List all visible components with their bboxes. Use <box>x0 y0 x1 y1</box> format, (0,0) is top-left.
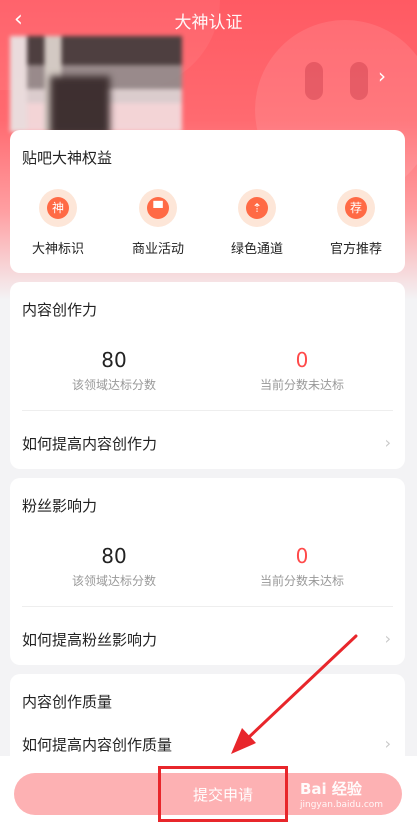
current-caption: 当前分数未达标 <box>259 574 344 588</box>
fan-influence-title: 粉丝影响力 <box>22 497 98 515</box>
current-score: 0 <box>295 348 309 372</box>
avatar[interactable] <box>10 36 182 136</box>
content-power-title: 内容创作力 <box>22 301 98 319</box>
nav-bar: ‹ 大神认证 <box>0 0 417 40</box>
watermark-logo: Bai 经验 <box>300 780 362 798</box>
benefits-title: 贴吧大神权益 <box>22 149 113 167</box>
divider <box>22 410 393 411</box>
improve-content-quality-link[interactable]: 如何提高内容创作质量 <box>22 734 172 755</box>
target-caption: 该领域达标分数 <box>71 574 156 588</box>
page-title: 大神认证 <box>174 12 243 33</box>
hero-decor-pill <box>305 62 323 100</box>
watermark-url: jingyan.baidu.com <box>300 800 384 810</box>
target-caption: 该领域达标分数 <box>71 378 156 392</box>
chevron-right-icon[interactable]: › <box>385 433 391 452</box>
benefit-item-business[interactable]: ▀ 商业活动 <box>118 189 198 257</box>
benefit-label: 官方推荐 <box>329 242 382 257</box>
content-power-card: 内容创作力 80 该领域达标分数 0 当前分数未达标 如何提高内容创作力 › <box>10 282 405 469</box>
recommend-icon: 荐 <box>337 189 375 227</box>
benefit-item-green-channel[interactable]: ⇡ 绿色通道 <box>217 189 297 257</box>
divider <box>22 606 393 607</box>
benefit-item-recommend[interactable]: 荐 官方推荐 <box>316 189 396 257</box>
benefit-label: 商业活动 <box>131 242 184 257</box>
improve-content-power-link[interactable]: 如何提高内容创作力 <box>22 433 157 454</box>
content-quality-title: 内容创作质量 <box>22 693 113 711</box>
chevron-right-icon[interactable]: › <box>385 734 391 753</box>
current-caption: 当前分数未达标 <box>259 378 344 392</box>
green-channel-icon: ⇡ <box>238 189 276 227</box>
chevron-right-icon[interactable]: › <box>385 629 391 648</box>
shopping-bag-icon: ▀ <box>139 189 177 227</box>
benefit-label: 大神标识 <box>31 242 84 257</box>
current-score: 0 <box>295 544 309 568</box>
fan-influence-card: 粉丝影响力 80 该领域达标分数 0 当前分数未达标 如何提高粉丝影响力 › <box>10 478 405 665</box>
submit-label-highlight[interactable]: 提交申请 <box>158 766 288 822</box>
back-icon[interactable]: ‹ <box>14 6 38 34</box>
improve-fan-influence-link[interactable]: 如何提高粉丝影响力 <box>22 629 157 650</box>
avatar-blur <box>50 76 110 136</box>
benefit-item-god-badge[interactable]: 神 大神标识 <box>18 189 98 257</box>
profile-arrow-icon[interactable]: › <box>378 64 386 88</box>
hero-decor-pill <box>350 62 368 100</box>
god-badge-icon: 神 <box>39 189 77 227</box>
benefit-label: 绿色通道 <box>230 242 283 257</box>
target-score: 80 <box>101 544 127 568</box>
benefits-card: 贴吧大神权益 神 大神标识 ▀ 商业活动 ⇡ 绿色通道 荐 官方推荐 <box>10 130 405 273</box>
target-score: 80 <box>101 348 127 372</box>
